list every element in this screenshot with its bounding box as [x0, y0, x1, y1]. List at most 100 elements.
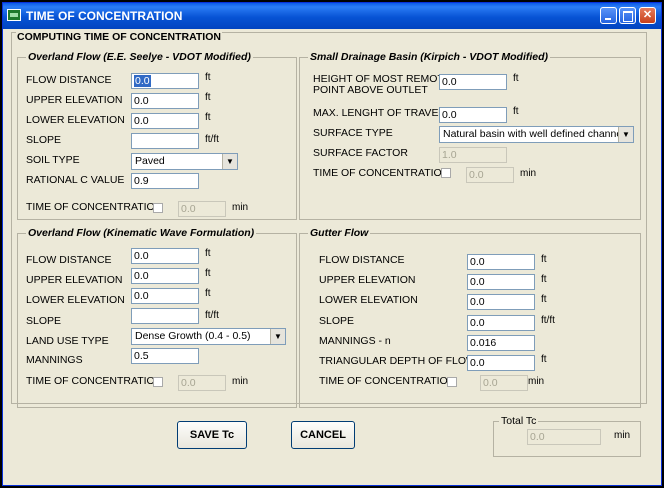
kw-upper-elevation-label: UPPER ELEVATION — [26, 274, 123, 286]
lower-elevation-label: LOWER ELEVATION — [26, 114, 125, 126]
g-upper-elevation-label: UPPER ELEVATION — [319, 274, 416, 286]
maximize-button[interactable] — [619, 7, 636, 24]
save-tc-button[interactable]: SAVE Tc — [177, 421, 247, 449]
soil-type-label: SOIL TYPE — [26, 154, 80, 166]
g-mannings-input[interactable]: 0.016 — [467, 335, 535, 351]
tc-unit: min — [232, 202, 249, 213]
close-icon: ✕ — [642, 9, 653, 21]
chevron-down-icon[interactable]: ▼ — [222, 154, 237, 169]
g-upper-elevation-input[interactable]: 0.0 — [467, 274, 535, 290]
rational-c-input[interactable]: 0.9 — [131, 173, 199, 189]
computing-title: COMPUTING TIME OF CONCENTRATION — [16, 31, 222, 43]
g-tc-unit: min — [528, 376, 545, 387]
slope-input[interactable] — [131, 133, 199, 149]
chevron-down-icon[interactable]: ▼ — [270, 329, 285, 344]
kirpich-tc-label: TIME OF CONCENTRATION — [313, 167, 450, 179]
g-lower-elevation-label: LOWER ELEVATION — [319, 294, 418, 306]
surface-type-value: Natural basin with well defined channel — [443, 128, 625, 140]
kw-upper-elevation-input[interactable]: 0.0 — [131, 268, 199, 284]
flow-distance-label: FLOW DISTANCE — [26, 74, 112, 86]
total-tc-unit: min — [614, 430, 631, 441]
kirpich-tc-checkbox[interactable] — [441, 168, 451, 178]
total-tc-output: 0.0 — [527, 429, 601, 445]
height-unit: ft — [513, 73, 519, 84]
kirpich-title: Small Drainage Basin (Kirpich - VDOT Mod… — [308, 51, 551, 63]
max-length-input[interactable]: 0.0 — [439, 107, 507, 123]
kw-slope-label: SLOPE — [26, 315, 62, 327]
lower-elevation-input[interactable]: 0.0 — [131, 113, 199, 129]
mannings-label: MANNINGS — [26, 354, 83, 366]
kw-slope-input[interactable] — [131, 308, 199, 324]
cancel-button[interactable]: CANCEL — [291, 421, 355, 449]
soil-type-select[interactable]: Paved ▼ — [131, 153, 238, 170]
kw-lower-elevation-label: LOWER ELEVATION — [26, 294, 125, 306]
upper-elevation-label: UPPER ELEVATION — [26, 94, 123, 106]
mannings-input[interactable]: 0.5 — [131, 348, 199, 364]
g-flow-distance-unit: ft — [541, 254, 547, 265]
g-tc-output: 0.0 — [480, 375, 528, 391]
land-use-value: Dense Growth (0.4 - 0.5) — [135, 330, 251, 342]
upper-elevation-input[interactable]: 0.0 — [131, 93, 199, 109]
surface-factor-output: 1.0 — [439, 147, 507, 163]
g-upper-elevation-unit: ft — [541, 274, 547, 285]
g-lower-elevation-unit: ft — [541, 294, 547, 305]
window-title: TIME OF CONCENTRATION — [26, 9, 183, 23]
kw-tc-unit: min — [232, 376, 249, 387]
surface-type-label: SURFACE TYPE — [313, 127, 393, 139]
g-tc-checkbox[interactable] — [447, 377, 457, 387]
kw-tc-label: TIME OF CONCENTRATION — [26, 375, 163, 387]
land-use-select[interactable]: Dense Growth (0.4 - 0.5) ▼ — [131, 328, 286, 345]
g-slope-label: SLOPE — [319, 315, 355, 327]
g-slope-input[interactable]: 0.0 — [467, 315, 535, 331]
g-depth-input[interactable]: 0.0 — [467, 355, 535, 371]
tc-output: 0.0 — [178, 201, 226, 217]
kirpich-tc-unit: min — [520, 168, 537, 179]
maximize-icon — [623, 11, 633, 22]
kw-tc-output: 0.0 — [178, 375, 226, 391]
g-lower-elevation-input[interactable]: 0.0 — [467, 294, 535, 310]
kw-tc-checkbox[interactable] — [153, 377, 163, 387]
overland-seelye-title: Overland Flow (E.E. Seelye - VDOT Modifi… — [26, 51, 253, 63]
slope-unit: ft/ft — [205, 134, 219, 145]
kirpich-tc-output: 0.0 — [466, 167, 514, 183]
lower-elevation-unit: ft — [205, 112, 211, 123]
kw-flow-distance-input[interactable]: 0.0 — [131, 248, 199, 264]
tc-checkbox[interactable] — [153, 203, 163, 213]
minimize-icon — [605, 18, 611, 20]
surface-factor-label: SURFACE FACTOR — [313, 147, 408, 159]
surface-type-select[interactable]: Natural basin with well defined channel … — [439, 126, 634, 143]
close-button[interactable]: ✕ — [639, 7, 656, 24]
kw-lower-elevation-input[interactable]: 0.0 — [131, 288, 199, 304]
g-slope-unit: ft/ft — [541, 315, 555, 326]
upper-elevation-unit: ft — [205, 92, 211, 103]
kw-slope-unit: ft/ft — [205, 310, 219, 321]
title-bar[interactable]: TIME OF CONCENTRATION ✕ — [3, 3, 661, 29]
height-label-2: POINT ABOVE OUTLET — [313, 84, 428, 96]
g-flow-distance-input[interactable]: 0.0 — [467, 254, 535, 270]
kw-flow-distance-unit: ft — [205, 248, 211, 259]
g-tc-label: TIME OF CONCENTRATION — [319, 375, 456, 387]
tc-label: TIME OF CONCENTRATION — [26, 201, 163, 213]
slope-label: SLOPE — [26, 134, 62, 146]
minimize-button[interactable] — [600, 7, 617, 24]
g-depth-unit: ft — [541, 354, 547, 365]
kinematic-title: Overland Flow (Kinematic Wave Formulatio… — [26, 227, 257, 239]
g-flow-distance-label: FLOW DISTANCE — [319, 254, 405, 266]
rational-c-label: RATIONAL C VALUE — [26, 174, 125, 186]
kw-lower-elevation-unit: ft — [205, 288, 211, 299]
gutter-title: Gutter Flow — [308, 227, 371, 239]
app-icon — [7, 9, 21, 21]
land-use-label: LAND USE TYPE — [26, 335, 109, 347]
height-input[interactable]: 0.0 — [439, 74, 507, 90]
soil-type-value: Paved — [135, 155, 165, 167]
flow-distance-unit: ft — [205, 72, 211, 83]
g-depth-label: TRIANGULAR DEPTH OF FLOW — [319, 355, 476, 367]
flow-distance-input[interactable]: 0.0 — [131, 73, 199, 89]
kw-flow-distance-label: FLOW DISTANCE — [26, 254, 112, 266]
g-mannings-label: MANNINGS - n — [319, 335, 391, 347]
max-length-unit: ft — [513, 106, 519, 117]
max-length-label: MAX. LENGHT OF TRAVEL — [313, 107, 445, 119]
chevron-down-icon[interactable]: ▼ — [618, 127, 633, 142]
kw-upper-elevation-unit: ft — [205, 268, 211, 279]
total-tc-label: Total Tc — [499, 415, 539, 427]
